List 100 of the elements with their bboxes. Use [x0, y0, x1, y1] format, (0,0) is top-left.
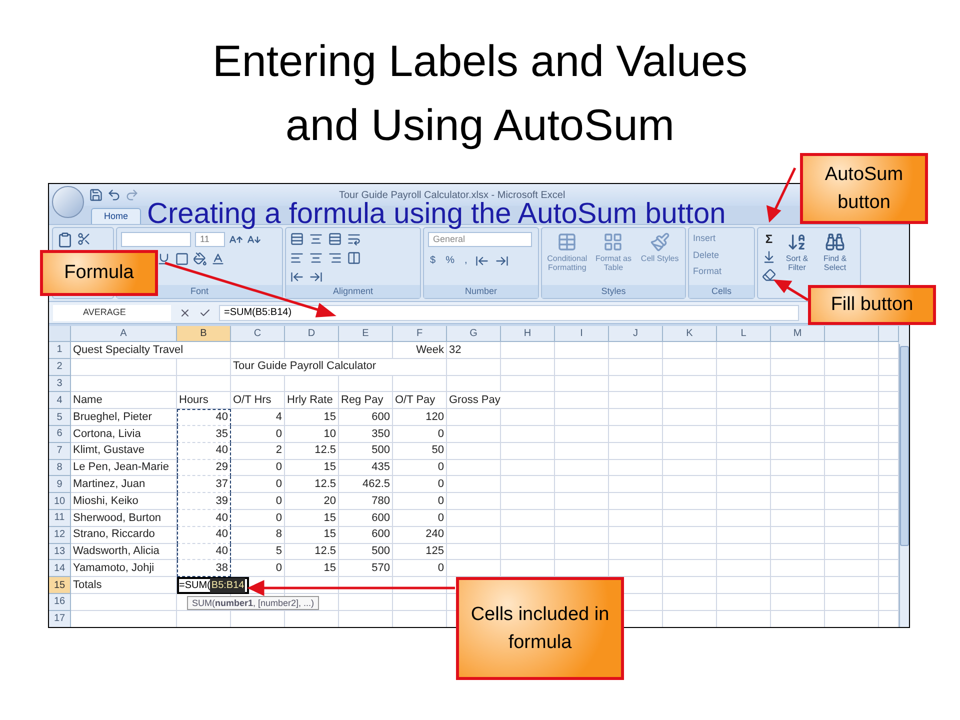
table-cell: 40 [177, 409, 231, 426]
table-cell: 600 [339, 510, 393, 527]
row-header[interactable]: 15 [49, 577, 71, 594]
column-header[interactable]: K [663, 326, 717, 342]
row-header[interactable]: 12 [49, 526, 71, 544]
column-header[interactable]: G [447, 326, 501, 342]
row-header[interactable]: 3 [49, 376, 71, 392]
table-cell: Brueghel, Pieter [71, 409, 177, 426]
table-cell: 8 [231, 526, 285, 544]
table-cell: 37 [177, 476, 231, 494]
table-cell: 780 [339, 493, 393, 510]
number-format-button[interactable]: % [444, 253, 456, 268]
row-header[interactable]: 5 [49, 409, 71, 426]
editing-button[interactable]: Sort & Filter [780, 254, 814, 272]
number-format-button[interactable]: $ [428, 253, 438, 268]
table-cell: 0 [231, 460, 285, 476]
table-cell: 20 [285, 493, 339, 510]
table-cell: 12.5 [285, 476, 339, 494]
table-cell: Martinez, Juan [71, 476, 177, 494]
function-tooltip: SUM(number1, [number2], ...) [187, 596, 320, 610]
cells-button[interactable]: Insert [693, 232, 722, 246]
ribbon-tab[interactable]: Home [91, 208, 142, 224]
column-header[interactable]: A [71, 326, 177, 342]
slide-title: Entering Labels and Values and Using AutoSum [212, 36, 748, 152]
table-cell: 0 [393, 560, 447, 578]
column-header[interactable]: H [501, 326, 555, 342]
formula-field[interactable]: =SUM(B5:B14) [219, 304, 799, 320]
table-cell: Hours [177, 392, 231, 410]
table-cell: 40 [177, 510, 231, 527]
name-box[interactable]: AVERAGE [53, 304, 171, 320]
table-cell: O/T Hrs [231, 392, 285, 410]
table-cell: Name [71, 392, 177, 410]
table-cell: 15 [285, 409, 339, 426]
column-header[interactable]: D [285, 326, 339, 342]
table-cell: 50 [393, 442, 447, 460]
table-cell: 0 [393, 426, 447, 443]
row-header[interactable]: 2 [49, 358, 71, 376]
cells-button[interactable]: Format [693, 265, 722, 278]
group-label: Styles [542, 285, 685, 298]
table-cell: 15 [285, 510, 339, 527]
table-cell: Cortona, Livia [71, 426, 177, 443]
number-format-dropdown[interactable]: General [428, 232, 532, 247]
column-header[interactable]: J [609, 326, 663, 342]
row-header[interactable]: 6 [49, 426, 71, 443]
table-cell: 0 [231, 476, 285, 494]
callout-box: Cells included in formula [456, 577, 624, 680]
table-cell: 0 [231, 510, 285, 527]
table-cell: 32 [447, 342, 501, 359]
number-format-button[interactable]: , [462, 253, 470, 268]
table-cell: 240 [393, 526, 447, 544]
row-header[interactable]: 7 [49, 442, 71, 460]
autosum-button[interactable]: Σ [762, 232, 776, 246]
table-cell: 500 [339, 442, 393, 460]
editing-button[interactable]: Find & Select [818, 254, 852, 272]
table-cell: O/T Pay [393, 392, 447, 410]
table-cell: 12.5 [285, 442, 339, 460]
row-header[interactable]: 14 [49, 560, 71, 578]
table-cell: Reg Pay [339, 392, 393, 410]
callout-box: Formula [40, 250, 158, 296]
editing-cell[interactable]: =SUM(B5:B14 [177, 577, 250, 594]
table-cell: Sherwood, Burton [71, 510, 177, 527]
column-header[interactable]: F [393, 326, 447, 342]
style-button[interactable]: Cell Styles [640, 254, 679, 263]
table-cell: 15 [285, 560, 339, 578]
table-cell: Tour Guide Payroll Calculator [231, 358, 447, 376]
column-header[interactable]: C [231, 326, 285, 342]
table-cell: 40 [177, 442, 231, 460]
group-label: Alignment [286, 285, 420, 298]
row-header[interactable]: 11 [49, 510, 71, 527]
column-header[interactable]: B [177, 326, 231, 342]
font-size-field[interactable]: 11 [195, 232, 225, 247]
table-cell: 39 [177, 493, 231, 510]
table-cell: Le Pen, Jean-Marie [71, 460, 177, 476]
table-cell: Yamamoto, Johji [71, 560, 177, 578]
table-cell: Hrly Rate [285, 392, 339, 410]
style-button[interactable]: Conditional Formatting [546, 254, 588, 272]
table-cell: 0 [393, 510, 447, 527]
table-cell: 120 [393, 409, 447, 426]
group-label: Cells [689, 285, 754, 298]
row-header[interactable]: 9 [49, 476, 71, 494]
table-cell: 15 [285, 526, 339, 544]
table-cell: 435 [339, 460, 393, 476]
callout-box: AutoSum button [800, 153, 928, 224]
row-header[interactable]: 13 [49, 544, 71, 560]
column-header[interactable]: I [555, 326, 609, 342]
callout-box: Fill button [808, 285, 936, 325]
cells-button[interactable]: Delete [693, 248, 722, 262]
row-header[interactable]: 10 [49, 493, 71, 510]
table-cell: 600 [339, 409, 393, 426]
table-cell: Klimt, Gustave [71, 442, 177, 460]
row-header[interactable]: 8 [49, 460, 71, 476]
table-cell: 40 [177, 526, 231, 544]
row-header[interactable]: 16 [49, 594, 71, 611]
row-header[interactable]: 17 [49, 610, 71, 627]
row-header[interactable]: 4 [49, 392, 71, 410]
column-header[interactable]: L [717, 326, 771, 342]
column-header[interactable]: M [771, 326, 825, 342]
row-header[interactable]: 1 [49, 342, 71, 359]
column-header[interactable]: E [339, 326, 393, 342]
style-button[interactable]: Format as Table [592, 254, 635, 272]
